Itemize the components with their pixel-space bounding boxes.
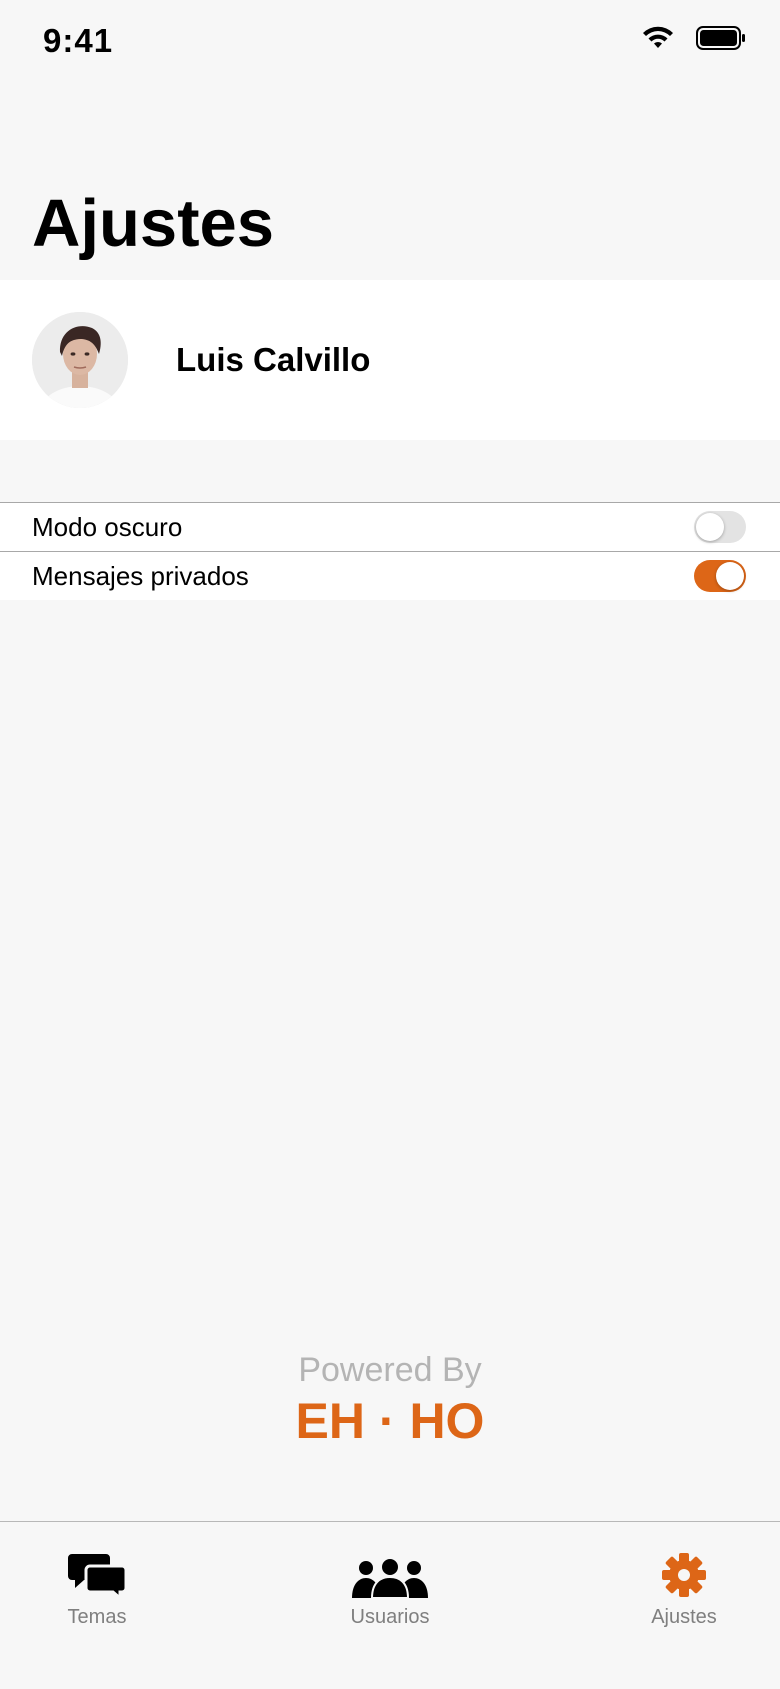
toggle-knob: [696, 513, 724, 541]
private-messages-label: Mensajes privados: [32, 560, 249, 591]
setting-row-private-messages: Mensajes privados: [0, 551, 780, 600]
tab-usuarios[interactable]: Usuarios: [320, 1550, 460, 1629]
avatar: [32, 312, 128, 408]
users-icon: [320, 1550, 460, 1598]
tab-ajustes[interactable]: Ajustes: [614, 1550, 754, 1629]
powered-by-text: Powered By: [298, 1351, 482, 1389]
chat-bubbles-icon: [27, 1550, 167, 1598]
tab-label: Temas: [67, 1606, 127, 1628]
settings-list: Modo oscuro Mensajes privados: [0, 502, 780, 600]
status-bar: 9:41: [0, 0, 780, 90]
battery-icon: [696, 26, 746, 55]
tab-temas[interactable]: Temas: [27, 1550, 167, 1629]
tab-label: Ajustes: [651, 1606, 717, 1628]
powered-by-block: Powered By EH · HO: [0, 1351, 780, 1450]
profile-row[interactable]: Luis Calvillo: [0, 280, 780, 440]
tab-label: Usuarios: [350, 1606, 430, 1628]
toggle-knob: [716, 562, 744, 590]
tab-bar: Temas Usuarios Ajustes: [0, 1521, 780, 1689]
brand-logo-text: EH · HO: [295, 1393, 485, 1449]
setting-row-dark-mode: Modo oscuro: [0, 503, 780, 551]
dark-mode-label: Modo oscuro: [32, 511, 183, 542]
status-icons: [642, 26, 746, 55]
gear-icon: [614, 1550, 754, 1598]
profile-name: Luis Calvillo: [176, 341, 371, 378]
wifi-icon: [642, 26, 674, 55]
status-time: 9:41: [43, 22, 114, 59]
page-title: Ajustes: [32, 186, 275, 261]
dark-mode-toggle[interactable]: [694, 511, 746, 543]
private-messages-toggle[interactable]: [694, 560, 746, 592]
